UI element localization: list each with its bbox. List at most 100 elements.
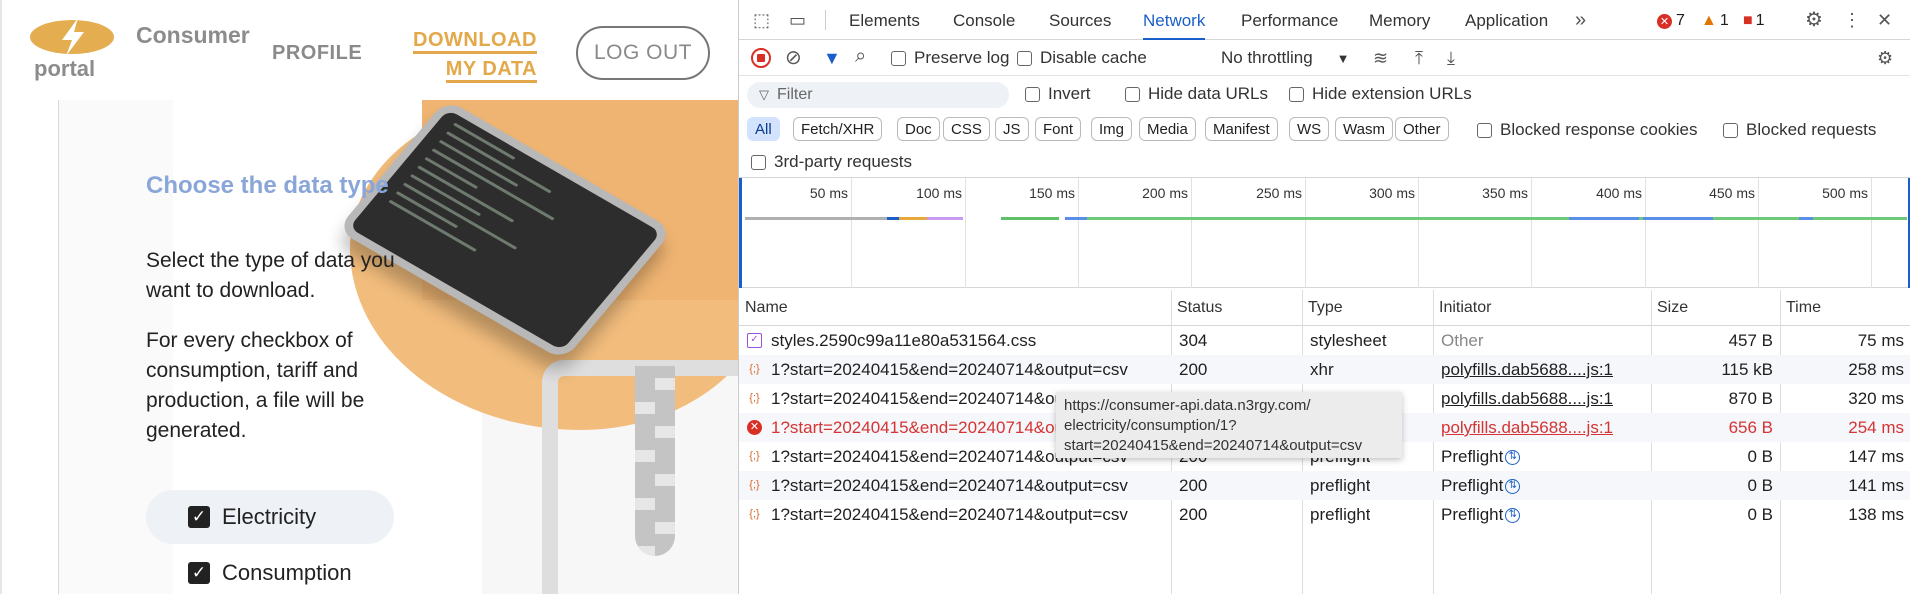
request-initiator-link[interactable]: polyfills.dab5688....js:1 <box>1441 413 1613 442</box>
timeline-tick: 400 ms <box>1596 178 1646 288</box>
lightning-bolt-icon <box>62 18 84 56</box>
request-status: 304 <box>1179 331 1208 350</box>
request-name: 1?start=20240415&end=20240714&output=csv <box>771 476 1128 495</box>
issue-count-badge[interactable]: ■ 1 <box>1743 12 1765 30</box>
type-chip-fetch-xhr[interactable]: Fetch/XHR <box>793 117 883 141</box>
waterfall-bar <box>1569 217 1639 220</box>
tooltip-line: start=20240415&end=20240714&output=csv <box>1064 437 1363 454</box>
tab-performance[interactable]: Performance <box>1241 0 1338 40</box>
request-time: 75 ms <box>1857 331 1904 350</box>
nav-profile-link[interactable]: PROFILE <box>272 42 362 65</box>
xhr-icon: {;} <box>749 392 760 404</box>
hide-data-urls-checkbox[interactable]: Hide data URLs <box>1125 84 1268 104</box>
tab-sources[interactable]: Sources <box>1049 0 1111 40</box>
type-chip-css[interactable]: CSS <box>943 117 990 141</box>
illustration-stand-pole <box>635 366 675 556</box>
close-devtools-icon[interactable]: ✕ <box>1877 10 1892 30</box>
record-stop-icon[interactable] <box>751 48 771 68</box>
preflight-icon: ⇅ <box>1505 508 1521 524</box>
nav-download-my-data-link[interactable]: DOWNLOAD MY DATA <box>412 26 537 84</box>
request-time: 254 ms <box>1848 418 1904 437</box>
timeline-overview[interactable]: 50 ms 100 ms 150 ms 200 ms 250 ms 300 ms… <box>739 178 1910 288</box>
timeline-tick: 100 ms <box>916 178 966 288</box>
request-status: 200 <box>1179 505 1208 524</box>
checkbox-box <box>1025 86 1040 102</box>
type-chip-ws[interactable]: WS <box>1289 117 1330 141</box>
table-row[interactable]: ✓ styles.2590c99a11e80a531564.css 304 st… <box>739 326 1910 355</box>
filter-input[interactable]: ▽ Filter <box>747 82 1009 108</box>
tab-application[interactable]: Application <box>1465 0 1548 40</box>
blocked-response-cookies-checkbox[interactable]: Blocked response cookies <box>1477 120 1698 140</box>
filter-funnel-icon[interactable]: ▼ <box>823 48 841 68</box>
checkbox-label: Consumption <box>222 560 352 585</box>
tab-console[interactable]: Console <box>953 0 1015 40</box>
device-toolbar-icon[interactable]: ▭ <box>789 10 806 30</box>
request-initiator[interactable]: Preflight ⇅ <box>1441 500 1521 529</box>
type-chip-js[interactable]: JS <box>995 117 1029 141</box>
column-header-type[interactable]: Type <box>1302 290 1343 326</box>
type-chip-other[interactable]: Other <box>1395 117 1449 141</box>
logout-button[interactable]: LOG OUT <box>576 26 710 80</box>
request-initiator[interactable]: Preflight ⇅ <box>1441 442 1521 471</box>
request-type: stylesheet <box>1310 331 1387 350</box>
column-header-name[interactable]: Name <box>739 290 788 326</box>
tab-memory[interactable]: Memory <box>1369 0 1430 40</box>
timeline-tick: 500 ms <box>1822 178 1872 288</box>
waterfall-bar <box>927 217 963 220</box>
column-header-time[interactable]: Time <box>1780 290 1821 326</box>
warning-count-badge[interactable]: ▲ 1 <box>1701 12 1729 30</box>
network-settings-gear-icon[interactable]: ⚙ <box>1877 48 1893 68</box>
electricity-checkbox[interactable]: ✓ Electricity <box>188 504 316 530</box>
export-har-icon[interactable]: ⤓ <box>1447 48 1455 68</box>
hide-extension-urls-label: Hide extension URLs <box>1312 84 1472 103</box>
table-row[interactable]: {;} 1?start=20240415&end=20240714&output… <box>739 500 1910 529</box>
clear-log-icon[interactable]: ⊘ <box>785 48 802 68</box>
more-tabs-chevron-icon[interactable]: » <box>1575 10 1586 30</box>
disable-cache-checkbox[interactable]: Disable cache <box>1017 48 1147 68</box>
column-header-initiator[interactable]: Initiator <box>1433 290 1491 326</box>
search-icon[interactable]: ⌕ <box>855 46 866 66</box>
type-chip-all[interactable]: All <box>747 117 780 141</box>
type-chip-font[interactable]: Font <box>1035 117 1082 141</box>
type-chip-manifest[interactable]: Manifest <box>1205 117 1278 141</box>
blocked-requests-checkbox[interactable]: Blocked requests <box>1723 120 1876 140</box>
chevron-down-icon: ▼ <box>1336 50 1350 66</box>
timeline-tick: 250 ms <box>1256 178 1306 288</box>
network-conditions-icon[interactable]: ≋ <box>1373 48 1388 68</box>
request-initiator[interactable]: Preflight ⇅ <box>1441 471 1521 500</box>
preserve-log-checkbox[interactable]: Preserve log <box>891 48 1009 68</box>
throttling-select[interactable]: No throttling ▼ <box>1221 48 1350 68</box>
invert-checkbox[interactable]: Invert <box>1025 84 1091 104</box>
portal-header: portal Consumer PROFILE DOWNLOAD MY DATA… <box>2 0 738 100</box>
hide-extension-urls-checkbox[interactable]: Hide extension URLs <box>1289 84 1472 104</box>
timeline-left-handle[interactable] <box>739 178 742 288</box>
inspect-element-icon[interactable]: ⬚ <box>753 10 770 30</box>
request-size: 0 B <box>1747 447 1773 466</box>
table-row[interactable]: {;} 1?start=20240415&end=20240714&output… <box>739 355 1910 384</box>
column-header-size[interactable]: Size <box>1651 290 1688 326</box>
column-header-status[interactable]: Status <box>1171 290 1222 326</box>
request-size: 0 B <box>1747 505 1773 524</box>
request-initiator-link[interactable]: polyfills.dab5688....js:1 <box>1441 355 1613 384</box>
consumption-checkbox[interactable]: ✓ Consumption <box>188 560 352 586</box>
type-chip-img[interactable]: Img <box>1091 117 1133 141</box>
import-har-icon[interactable]: ⤒ <box>1415 48 1423 68</box>
table-row[interactable]: {;} 1?start=20240415&end=20240714&output… <box>739 471 1910 500</box>
info-text: For every checkbox of consumption, tarif… <box>146 329 365 442</box>
error-count-badge[interactable]: ✕ 7 <box>1657 12 1685 30</box>
third-party-requests-checkbox[interactable]: 3rd-party requests <box>751 152 912 172</box>
request-initiator-link[interactable]: polyfills.dab5688....js:1 <box>1441 384 1613 413</box>
tab-network[interactable]: Network <box>1143 0 1206 40</box>
devtools-tab-bar: ⬚ ▭ Elements Console Sources Network Per… <box>739 0 1910 40</box>
type-chip-wasm[interactable]: Wasm <box>1335 117 1393 141</box>
settings-gear-icon[interactable]: ⚙ <box>1805 10 1823 30</box>
preflight-icon: ⇅ <box>1505 450 1521 466</box>
xhr-icon: {;} <box>749 363 760 375</box>
more-options-icon[interactable]: ⋮ <box>1843 10 1861 30</box>
type-chip-doc[interactable]: Doc <box>897 117 940 141</box>
page-title: Choose the data type <box>146 172 389 199</box>
checkbox-box <box>1723 122 1738 138</box>
tab-elements[interactable]: Elements <box>849 0 920 40</box>
request-status: 200 <box>1179 360 1208 379</box>
type-chip-media[interactable]: Media <box>1139 117 1196 141</box>
